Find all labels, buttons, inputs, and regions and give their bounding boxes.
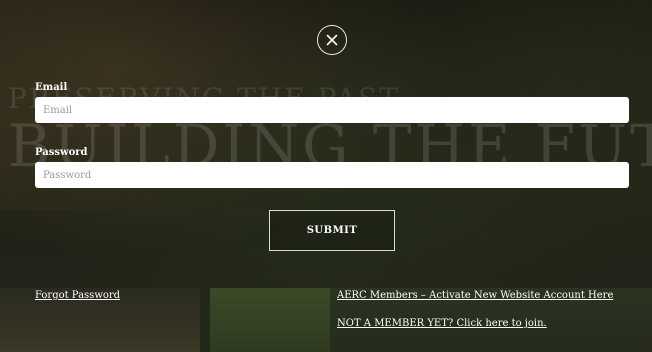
background-photo-strip bbox=[210, 288, 330, 352]
forgot-password-link[interactable]: Forgot Password bbox=[35, 290, 120, 301]
email-label: Email bbox=[35, 82, 68, 93]
login-modal-overlay: PRESERVING THE PAST BUILDING THE FUTURE … bbox=[0, 0, 652, 352]
submit-button[interactable]: SUBMIT bbox=[269, 210, 395, 251]
email-field[interactable] bbox=[35, 97, 629, 123]
password-field[interactable] bbox=[35, 162, 629, 188]
close-button[interactable] bbox=[317, 25, 347, 55]
activate-account-link[interactable]: AERC Members – Activate New Website Acco… bbox=[337, 290, 613, 301]
join-link[interactable]: NOT A MEMBER YET? Click here to join. bbox=[337, 318, 547, 329]
password-label: Password bbox=[35, 147, 88, 158]
close-icon bbox=[326, 34, 338, 46]
